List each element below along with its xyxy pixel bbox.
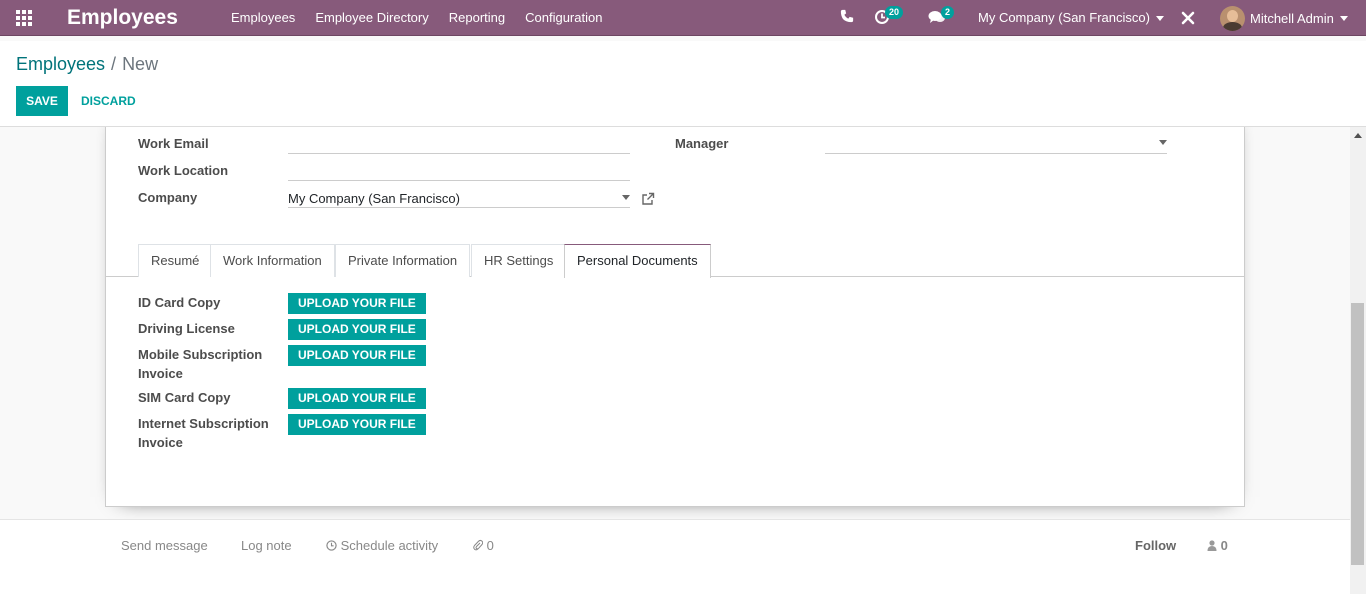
control-panel: Employees / New Save Discard (0, 41, 1366, 127)
chevron-down-icon[interactable] (622, 195, 630, 200)
menu-item-reporting[interactable]: Reporting (449, 0, 505, 36)
scroll-up-arrow-icon[interactable] (1354, 133, 1362, 138)
chevron-down-icon (1155, 16, 1164, 22)
app-brand[interactable]: Employees (67, 4, 178, 32)
breadcrumb-employees[interactable]: Employees (16, 54, 105, 74)
scrollbar-thumb[interactable] (1351, 303, 1364, 565)
internet-subscription-invoice-label: Internet Subscription Invoice (138, 416, 269, 450)
menu-item-employees[interactable]: Employees (231, 0, 295, 36)
vertical-scrollbar[interactable] (1350, 127, 1366, 594)
work-email-field[interactable] (288, 129, 630, 154)
work-email-label: Work Email (138, 136, 209, 151)
follow-button[interactable]: Follow (1135, 538, 1176, 554)
id-card-copy-label: ID Card Copy (138, 295, 221, 310)
tools-cross-icon[interactable] (1181, 11, 1195, 29)
id-card-upload-button[interactable]: Upload your file (288, 293, 426, 314)
apps-grid-icon[interactable] (14, 10, 34, 26)
attachments-button[interactable]: 0 (473, 538, 494, 554)
followers-count: 0 (1220, 538, 1228, 553)
paperclip-icon (473, 539, 484, 551)
user-icon (1207, 540, 1217, 551)
company-field[interactable]: My Company (San Francisco) (288, 183, 630, 208)
send-message-button[interactable]: Send message (121, 538, 208, 554)
manager-field[interactable] (825, 129, 1167, 154)
chat-bubbles-icon[interactable]: 2 (928, 6, 955, 27)
company-value: My Company (San Francisco) (288, 191, 460, 206)
external-link-icon[interactable] (641, 192, 655, 206)
followers-button[interactable]: 0 (1207, 538, 1228, 554)
log-note-button[interactable]: Log note (241, 538, 292, 554)
company-label: Company (138, 190, 198, 205)
user-name: Mitchell Admin (1250, 10, 1334, 26)
top-navbar: Employees Employees Employee Directory R… (0, 0, 1366, 36)
chevron-down-icon (1339, 15, 1348, 21)
activity-clock-icon[interactable]: 20 (874, 6, 904, 27)
main-menu: Employees Employee Directory Reporting C… (231, 0, 622, 36)
tab-personal-documents[interactable]: Personal Documents (564, 244, 711, 278)
user-avatar (1220, 5, 1245, 31)
user-menu[interactable]: Mitchell Admin (1220, 5, 1348, 31)
notebook-tabs: Resumé Work Information Private Informat… (106, 244, 1244, 278)
discard-button[interactable]: Discard (72, 86, 145, 116)
phone-icon[interactable] (840, 9, 854, 27)
breadcrumb: Employees / New (16, 53, 158, 75)
schedule-activity-label: Schedule activity (340, 538, 439, 553)
form-sheet: Work Email Manager Work Location Company… (105, 127, 1245, 507)
attachments-count: 0 (486, 538, 494, 553)
mobile-subscription-invoice-label: Mobile Subscription Invoice (138, 347, 263, 381)
tab-work-information[interactable]: Work Information (210, 244, 335, 277)
save-button[interactable]: Save (16, 86, 68, 116)
work-location-field[interactable] (288, 156, 630, 181)
breadcrumb-separator: / (111, 54, 117, 74)
driving-license-upload-button[interactable]: Upload your file (288, 319, 426, 340)
schedule-activity-button[interactable]: Schedule activity (326, 538, 438, 554)
tab-private-information[interactable]: Private Information (335, 244, 471, 277)
message-count-badge: 2 (941, 6, 955, 19)
clock-icon (326, 540, 337, 551)
work-location-label: Work Location (138, 163, 229, 178)
menu-item-employee-directory[interactable]: Employee Directory (315, 0, 428, 36)
tab-resume[interactable]: Resumé (138, 244, 213, 277)
form-view: Work Email Manager Work Location Company… (0, 127, 1350, 594)
tab-hr-settings[interactable]: HR Settings (471, 244, 567, 277)
sim-card-copy-label: SIM Card Copy (138, 390, 231, 405)
breadcrumb-current: New (122, 54, 159, 74)
sim-card-upload-button[interactable]: Upload your file (288, 388, 426, 409)
activity-count-badge: 20 (885, 6, 904, 19)
mobile-subscription-upload-button[interactable]: Upload your file (288, 345, 426, 366)
chatter: Send message Log note Schedule activity … (0, 519, 1350, 594)
driving-license-label: Driving License (138, 321, 235, 336)
menu-item-configuration[interactable]: Configuration (525, 0, 602, 36)
chevron-down-icon[interactable] (1159, 140, 1167, 145)
manager-label: Manager (675, 136, 729, 151)
internet-subscription-upload-button[interactable]: Upload your file (288, 414, 426, 435)
company-switcher[interactable]: My Company (San Francisco) (978, 0, 1164, 36)
company-switcher-label: My Company (San Francisco) (978, 10, 1150, 25)
